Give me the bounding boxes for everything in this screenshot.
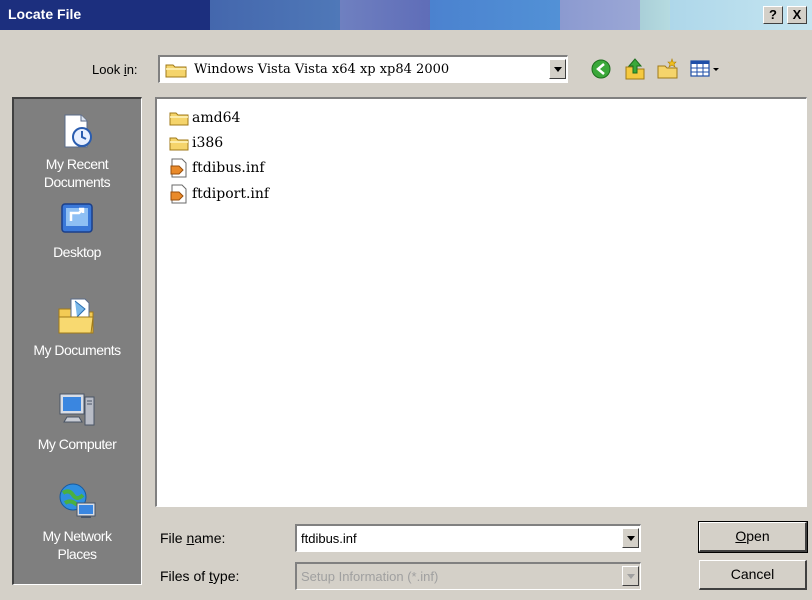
list-item[interactable]: amd64 bbox=[169, 107, 240, 129]
place-label: My Computer bbox=[37, 436, 117, 452]
desktop-icon bbox=[61, 203, 93, 233]
file-name: i386 bbox=[192, 135, 224, 151]
open-button[interactable]: Open bbox=[698, 521, 808, 553]
file-name: ftdibus.inf bbox=[192, 160, 265, 176]
folder-icon bbox=[165, 64, 187, 78]
file-name: ftdiport.inf bbox=[192, 186, 270, 202]
look-in-label: Look in: bbox=[92, 62, 138, 77]
back-icon[interactable] bbox=[590, 58, 612, 80]
file-list[interactable]: amd64 i386 ftdibus.inf ftdiport.inf bbox=[155, 97, 807, 507]
chevron-down-icon bbox=[554, 67, 562, 72]
close-button[interactable]: X bbox=[787, 6, 807, 24]
look-in-combobox[interactable]: Windows Vista Vista x64 xp xp84 2000 bbox=[158, 55, 568, 83]
my-documents-icon bbox=[58, 298, 94, 334]
place-desktop[interactable]: Desktop bbox=[14, 199, 140, 261]
network-places-icon bbox=[59, 483, 96, 518]
place-label: My Recent bbox=[45, 156, 109, 172]
file-name: amd64 bbox=[192, 110, 241, 126]
setup-file-icon bbox=[170, 184, 187, 204]
file-type-label: Files of type: bbox=[160, 568, 240, 584]
look-in-value: Windows Vista Vista x64 xp xp84 2000 bbox=[194, 62, 450, 77]
folder-icon bbox=[169, 137, 189, 151]
place-label: My Network bbox=[42, 528, 112, 544]
view-menu-icon[interactable] bbox=[690, 59, 722, 79]
file-type-dropdown-button[interactable] bbox=[622, 566, 639, 586]
recent-documents-icon bbox=[64, 114, 92, 148]
list-item[interactable]: ftdibus.inf bbox=[169, 157, 265, 179]
window-title: Locate File bbox=[8, 6, 82, 22]
file-name-value: ftdibus.inf bbox=[301, 531, 357, 546]
help-button[interactable]: ? bbox=[763, 6, 783, 24]
file-name-input[interactable]: ftdibus.inf bbox=[295, 524, 641, 552]
chevron-down-icon bbox=[627, 574, 635, 579]
list-item[interactable]: i386 bbox=[169, 132, 223, 154]
cancel-button[interactable]: Cancel bbox=[699, 560, 807, 590]
place-label: Places bbox=[57, 546, 97, 562]
place-label: My Documents bbox=[33, 342, 121, 358]
list-item[interactable]: ftdiport.inf bbox=[169, 183, 269, 205]
my-computer-icon bbox=[59, 393, 95, 426]
up-folder-icon[interactable] bbox=[624, 57, 646, 81]
place-my-computer[interactable]: My Computer bbox=[14, 389, 140, 453]
places-bar: My Recent Documents Desktop My Documents… bbox=[12, 97, 142, 585]
place-network-places[interactable]: My Network Places bbox=[14, 481, 140, 563]
look-in-dropdown-button[interactable] bbox=[549, 59, 566, 79]
place-label: Desktop bbox=[53, 244, 101, 260]
setup-file-icon bbox=[170, 158, 187, 178]
place-label: Documents bbox=[43, 174, 111, 190]
place-my-documents[interactable]: My Documents bbox=[14, 295, 140, 359]
file-type-value: Setup Information (*.inf) bbox=[301, 569, 439, 584]
place-recent-documents[interactable]: My Recent Documents bbox=[14, 111, 140, 191]
file-name-label: File name: bbox=[160, 530, 226, 546]
chevron-down-icon bbox=[627, 536, 635, 541]
file-type-select[interactable]: Setup Information (*.inf) bbox=[295, 562, 641, 590]
title-bar[interactable]: Locate File ? X bbox=[0, 0, 812, 30]
file-name-dropdown-button[interactable] bbox=[622, 528, 639, 548]
new-folder-icon[interactable] bbox=[656, 57, 680, 81]
folder-icon bbox=[169, 112, 189, 126]
